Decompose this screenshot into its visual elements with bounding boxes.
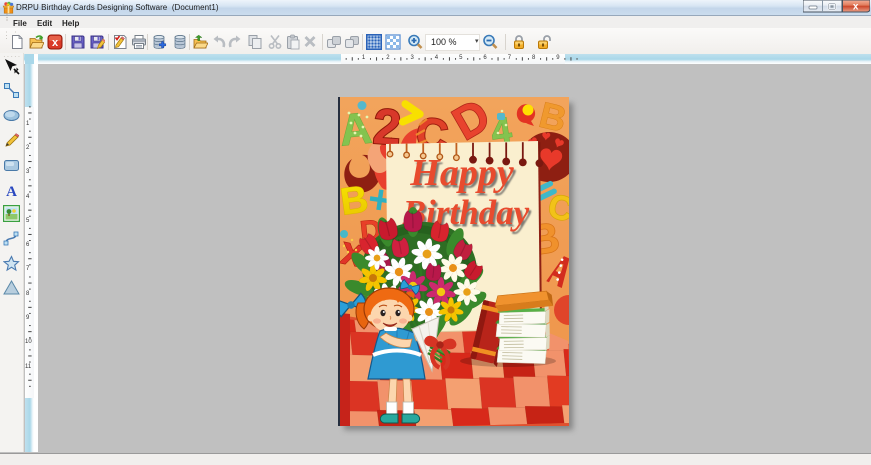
svg-text:Happy: Happy bbox=[409, 152, 514, 194]
svg-text:A: A bbox=[340, 104, 374, 156]
svg-text:A: A bbox=[6, 184, 17, 199]
svg-text:x: x bbox=[853, 2, 859, 13]
svg-text:x: x bbox=[52, 37, 59, 49]
